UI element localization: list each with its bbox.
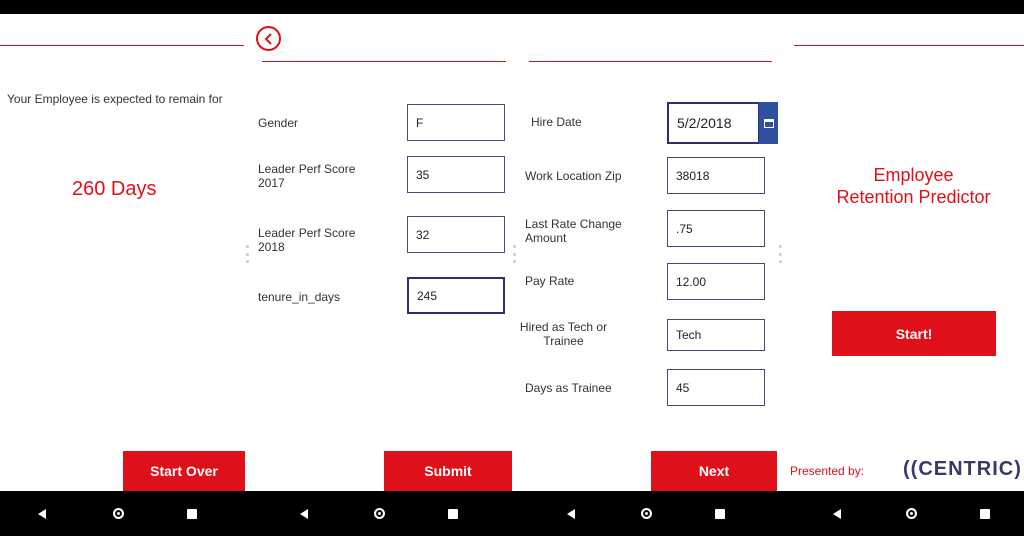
recents-square-icon bbox=[980, 508, 990, 519]
home-circle-icon bbox=[905, 508, 917, 519]
back-nav-button[interactable] bbox=[551, 491, 591, 536]
divider-panel3 bbox=[529, 61, 772, 62]
android-nav-bar bbox=[0, 491, 1024, 536]
recents-nav-button[interactable] bbox=[172, 491, 212, 536]
home-nav-button[interactable] bbox=[359, 491, 399, 536]
leader-perf-2018-input[interactable]: 32 bbox=[407, 216, 505, 253]
hired-as-input[interactable]: Tech bbox=[667, 319, 765, 351]
leader-perf-2018-label: Leader Perf Score 2018 bbox=[258, 226, 356, 254]
app-title-line2: Retention Predictor bbox=[836, 187, 991, 207]
hire-date-label: Hire Date bbox=[531, 115, 582, 129]
home-nav-button[interactable] bbox=[626, 491, 666, 536]
back-nav-button[interactable] bbox=[22, 491, 62, 536]
panel-resize-handle-3[interactable] bbox=[779, 245, 782, 263]
panel-resize-handle-2[interactable] bbox=[513, 245, 516, 263]
pay-rate-label: Pay Rate bbox=[525, 274, 575, 288]
home-nav-button[interactable] bbox=[891, 491, 931, 536]
divider-panel4 bbox=[794, 45, 1024, 46]
next-button[interactable]: Next bbox=[651, 451, 777, 491]
nav-group-1 bbox=[0, 491, 256, 536]
hired-as-label: Hired as Tech or Trainee bbox=[519, 320, 608, 348]
days-result: 260 Days bbox=[72, 178, 157, 200]
start-over-button[interactable]: Start Over bbox=[123, 451, 245, 491]
days-trainee-input[interactable]: 45 bbox=[667, 369, 765, 406]
back-triangle-icon bbox=[833, 508, 841, 519]
expectation-text: Your Employee is expected to remain for bbox=[7, 92, 223, 106]
recents-nav-button[interactable] bbox=[700, 491, 740, 536]
divider-panel2 bbox=[262, 61, 506, 62]
back-nav-button[interactable] bbox=[817, 491, 857, 536]
leader-perf-2017-label: Leader Perf Score 2017 bbox=[258, 162, 356, 190]
zip-input[interactable]: 38018 bbox=[667, 157, 765, 194]
divider-panel1 bbox=[0, 45, 244, 46]
panel-resize-handle-1[interactable] bbox=[246, 245, 249, 263]
app-canvas: Your Employee is expected to remain for … bbox=[0, 14, 1024, 491]
chevron-left-icon bbox=[264, 32, 272, 45]
back-button[interactable] bbox=[256, 26, 281, 51]
calendar-icon[interactable] bbox=[759, 102, 778, 144]
tenure-input[interactable]: 245 bbox=[407, 277, 505, 314]
back-triangle-icon bbox=[38, 508, 46, 519]
presented-by-text: Presented by: bbox=[790, 464, 865, 478]
recents-square-icon bbox=[715, 508, 725, 519]
start-button[interactable]: Start! bbox=[832, 311, 996, 356]
back-triangle-icon bbox=[300, 508, 308, 519]
status-bar bbox=[0, 0, 1024, 14]
recents-nav-button[interactable] bbox=[965, 491, 1005, 536]
recents-nav-button[interactable] bbox=[433, 491, 473, 536]
home-circle-icon bbox=[112, 508, 124, 519]
app-title-line1: Employee bbox=[873, 165, 954, 185]
leader-perf-2017-input[interactable]: 35 bbox=[407, 156, 505, 193]
rate-change-input[interactable]: .75 bbox=[667, 210, 765, 247]
home-circle-icon bbox=[640, 508, 652, 519]
zip-label: Work Location Zip bbox=[525, 169, 622, 183]
hire-date-input[interactable]: 5/2/2018 bbox=[667, 102, 760, 144]
nav-group-2 bbox=[262, 491, 518, 536]
recents-square-icon bbox=[448, 508, 458, 519]
gender-label: Gender bbox=[258, 116, 299, 130]
back-triangle-icon bbox=[567, 508, 575, 519]
rate-change-label: Last Rate Change Amount bbox=[525, 217, 622, 245]
pay-rate-input[interactable]: 12.00 bbox=[667, 263, 765, 300]
back-nav-button[interactable] bbox=[284, 491, 324, 536]
nav-group-4 bbox=[795, 491, 1024, 536]
home-circle-icon bbox=[373, 508, 385, 519]
app-title: Employee Retention Predictor bbox=[832, 164, 995, 208]
submit-button[interactable]: Submit bbox=[384, 451, 512, 491]
nav-group-3 bbox=[529, 491, 785, 536]
tenure-label: tenure_in_days bbox=[258, 290, 341, 304]
home-nav-button[interactable] bbox=[98, 491, 138, 536]
centric-logo: ((CENTRIC) bbox=[903, 458, 1022, 480]
recents-square-icon bbox=[187, 508, 197, 519]
gender-input[interactable]: F bbox=[407, 104, 505, 141]
days-trainee-label: Days as Trainee bbox=[525, 381, 612, 395]
